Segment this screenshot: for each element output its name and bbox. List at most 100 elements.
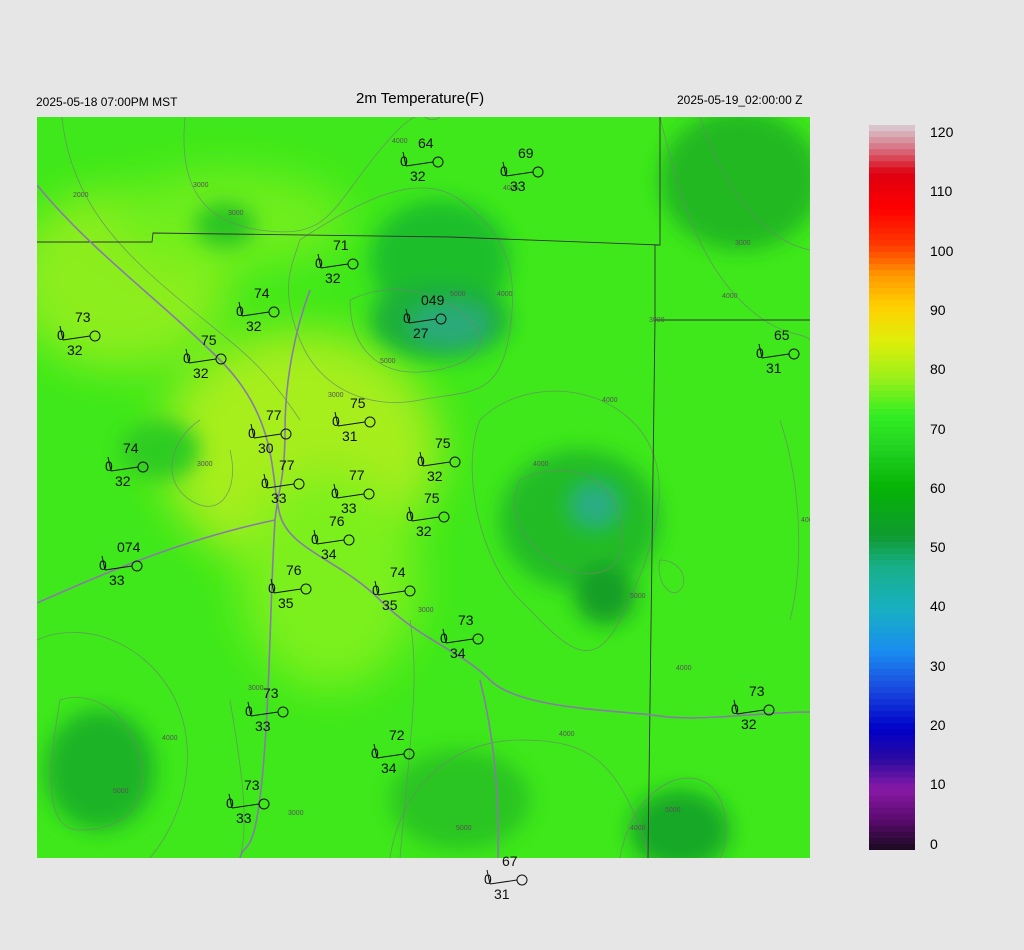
colorbar-step (869, 318, 915, 325)
colorbar-step (869, 475, 915, 483)
colorbar-step (869, 408, 915, 416)
colorbar-step (869, 469, 915, 477)
contour-label: 5000 (450, 291, 466, 298)
contour-label: 3000 (248, 685, 264, 692)
colorbar-step (869, 179, 915, 187)
colorbar-step (869, 819, 915, 827)
colorbar-step (869, 294, 915, 301)
colorbar-step (869, 692, 915, 700)
contour-label: 3000 (197, 461, 213, 468)
valid-time-local: 2025-05-18 07:00PM MST (36, 95, 178, 109)
colorbar-step (869, 553, 915, 561)
contour-label: 3000 (288, 810, 304, 817)
colorbar-step (869, 336, 915, 344)
contour-label: 5000 (113, 788, 129, 795)
colorbar-step (869, 161, 915, 168)
colorbar-step (869, 445, 915, 452)
colorbar-tick-label: 80 (930, 361, 946, 378)
colorbar-step (869, 493, 915, 501)
colorbar-step (869, 282, 915, 289)
colorbar-step (869, 125, 915, 132)
colorbar-step (869, 427, 915, 434)
contour-label: 4000 (801, 517, 810, 524)
colorbar-step (869, 481, 915, 489)
colorbar-tick-label: 30 (930, 657, 946, 674)
colorbar-step (869, 566, 915, 573)
colorbar-step (869, 717, 915, 724)
colorbar-step (869, 644, 915, 652)
station-wind-calm: 0 (484, 871, 492, 887)
colorbar-step (869, 143, 915, 150)
colorbar-step (869, 783, 915, 791)
colorbar-step (869, 807, 915, 815)
colorbar-step (869, 197, 915, 205)
colorbar (869, 125, 915, 850)
colorbar-step (869, 759, 915, 767)
colorbar-step (869, 608, 915, 615)
colorbar-step (869, 433, 915, 440)
colorbar-step (869, 457, 915, 464)
colorbar-step (869, 276, 915, 283)
colorbar-step (869, 777, 915, 785)
colorbar-step (869, 650, 915, 658)
colorbar-step (869, 523, 915, 531)
contour-label: 4000 (497, 291, 513, 298)
contour-label: 3000 (649, 317, 665, 324)
colorbar-step (869, 330, 915, 338)
contour-label: 5000 (665, 807, 681, 814)
colorbar-step (869, 415, 915, 422)
colorbar-step (869, 215, 915, 223)
temperature-map: 2000 3000 3000 4000 4000 5000 4000 5000 3000 3000… (37, 117, 810, 858)
colorbar-step (869, 825, 915, 833)
colorbar-step (869, 366, 915, 374)
colorbar-step (869, 596, 915, 603)
colorbar-step (869, 263, 915, 271)
contour-label: 4000 (722, 293, 738, 300)
contour-label: 4000 (162, 735, 178, 742)
colorbar-step (869, 191, 915, 199)
colorbar-step (869, 439, 915, 446)
colorbar-step (869, 541, 915, 549)
colorbar-step (869, 656, 915, 664)
colorbar-step (869, 463, 915, 470)
colorbar-step (869, 270, 915, 277)
colorbar-step (869, 203, 915, 211)
contour-label: 4000 (503, 185, 519, 192)
colorbar-step (869, 674, 915, 682)
colorbar-step (869, 584, 915, 591)
colorbar-step (869, 686, 915, 694)
colorbar-step (869, 831, 915, 839)
station-circle (516, 874, 528, 886)
colorbar-step (869, 620, 915, 628)
contour-label: 3000 (193, 182, 209, 189)
colorbar-step (869, 813, 915, 821)
colorbar-step (869, 288, 915, 295)
map-title: 2m Temperature(F) (356, 90, 485, 107)
colorbar-tick-label: 60 (930, 479, 946, 496)
colorbar-step (869, 843, 915, 850)
colorbar-tick-label: 100 (930, 242, 954, 259)
colorbar-step (869, 547, 915, 555)
colorbar-step (869, 789, 915, 797)
contour-label: 4000 (392, 138, 408, 145)
valid-time-utc: 2025-05-19_02:00:00 Z (677, 93, 803, 107)
colorbar-tick-label: 70 (930, 420, 946, 437)
colorbar-step (869, 227, 915, 235)
colorbar-step (869, 239, 915, 247)
colorbar-step (869, 638, 915, 646)
colorbar-step (869, 698, 915, 706)
colorbar-step (869, 312, 915, 319)
contour-label: 4000 (533, 461, 549, 468)
colorbar-step (869, 221, 915, 229)
colorbar-step (869, 402, 915, 410)
colorbar-step (869, 753, 915, 760)
colorbar-step (869, 257, 915, 265)
colorbar-step (869, 517, 915, 525)
colorbar-step (869, 711, 915, 718)
contour-label: 4000 (630, 825, 646, 832)
colorbar-tick-label: 0 (930, 835, 938, 852)
wind-barb-staff (489, 879, 518, 885)
colorbar-step (869, 801, 915, 809)
colorbar-step (869, 632, 915, 640)
colorbar-step (869, 360, 915, 368)
